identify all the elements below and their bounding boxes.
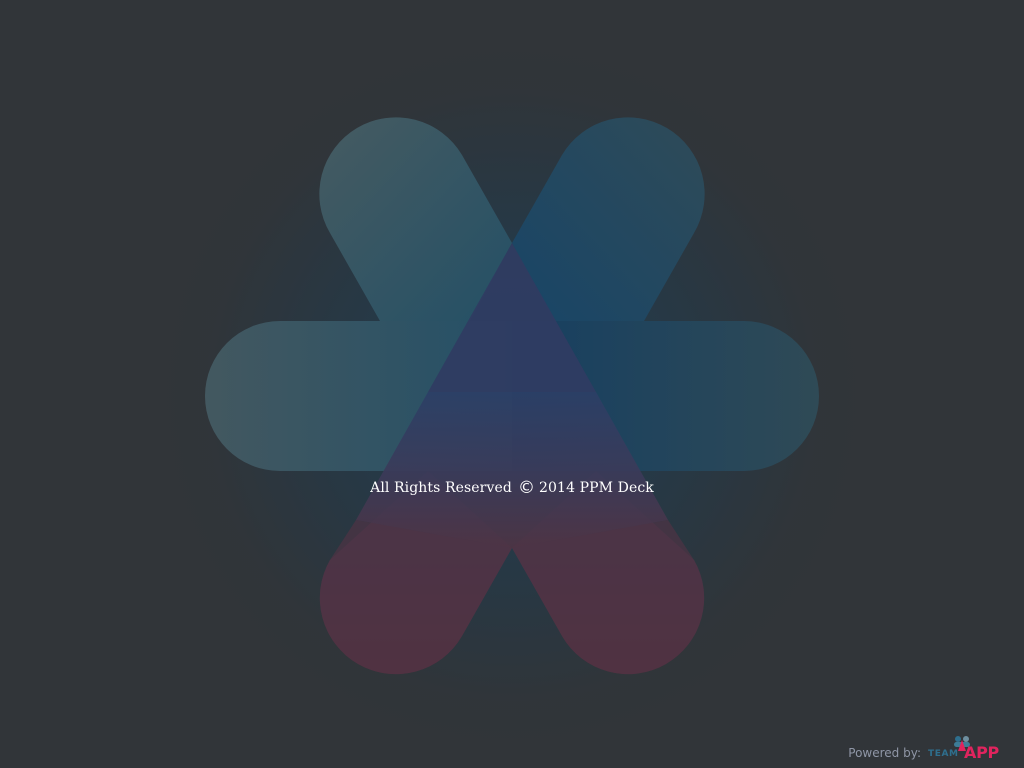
copyright-icon: © <box>517 478 536 498</box>
copyright-suffix: 2014 PPM Deck <box>539 480 654 496</box>
teamapp-brand-logo: TEAM APP <box>928 736 999 762</box>
splash-screen: All Rights Reserved © 2014 PPM Deck Powere… <box>0 0 1024 768</box>
logo-upper-left-arm <box>319 117 512 322</box>
teamapp-logo-mark <box>205 117 819 675</box>
logo-upper-right-arm <box>512 117 705 322</box>
copyright-prefix: All Rights Reserved <box>370 480 512 496</box>
copyright-notice: All Rights Reserved © 2014 PPM Deck <box>0 478 1024 498</box>
powered-by-label: Powered by: <box>848 746 921 760</box>
brand-app-text: APP <box>964 743 999 762</box>
powered-by: Powered by: TEAM APP <box>848 736 999 762</box>
